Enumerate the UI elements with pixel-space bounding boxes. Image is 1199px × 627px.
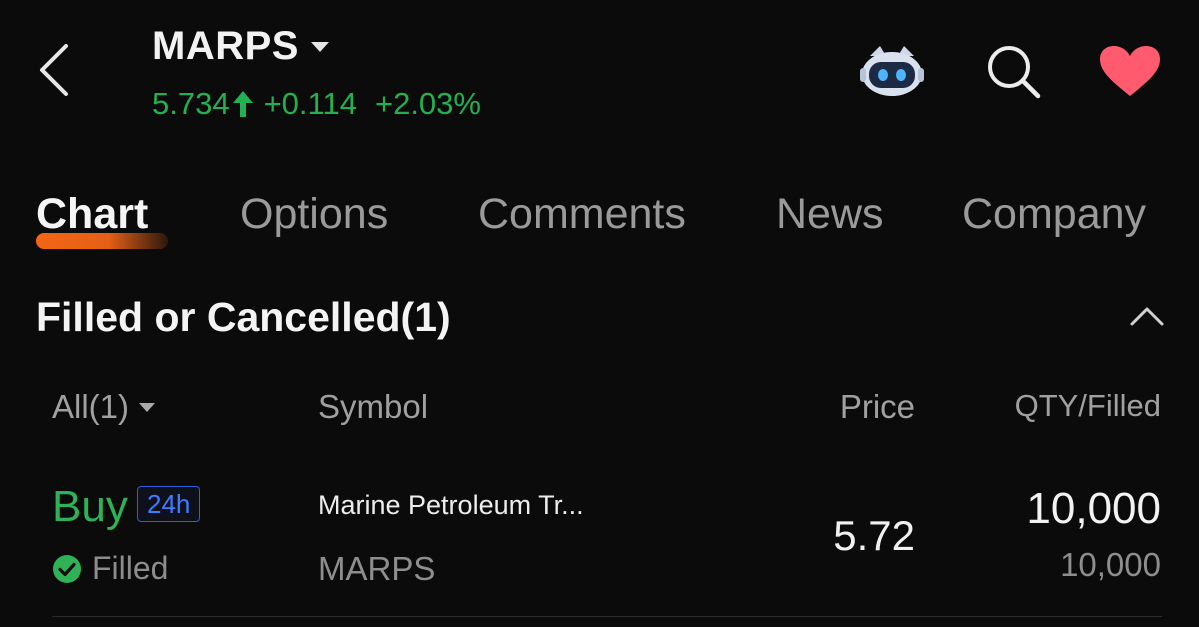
order-filter-dropdown[interactable]: All(1): [52, 388, 156, 426]
heart-icon: [1100, 46, 1160, 96]
quote-line: 5.734 +0.114 +2.03%: [152, 86, 481, 122]
caret-down-icon: [310, 41, 329, 52]
caret-down-icon: [139, 402, 156, 412]
order-status-label: Filled: [92, 550, 169, 586]
ticker-selector[interactable]: MARPS: [152, 24, 329, 69]
section-title: Filled or Cancelled(1): [36, 294, 451, 340]
back-button[interactable]: [34, 42, 74, 98]
collapse-button[interactable]: [1126, 300, 1168, 330]
order-status: Filled: [52, 550, 168, 587]
column-header-symbol: Symbol: [318, 388, 429, 425]
order-filter-label: All(1): [52, 388, 130, 425]
tab-chart[interactable]: Chart: [36, 190, 148, 239]
filled-quantity: 10,000: [1060, 546, 1161, 583]
back-icon: [40, 44, 68, 96]
security-name: Marine Petroleum Tr...: [318, 490, 584, 520]
favorite-button[interactable]: [1098, 44, 1162, 98]
assistant-button[interactable]: [856, 42, 928, 98]
check-circle-icon: [53, 554, 81, 583]
tab-comments[interactable]: Comments: [478, 190, 686, 239]
order-row[interactable]: Buy 24h Filled Marine Petroleum Tr... MA…: [0, 470, 1199, 610]
column-header-qty: QTY/Filled: [1014, 388, 1161, 423]
search-icon: [988, 46, 1041, 99]
tab-options[interactable]: Options: [240, 190, 388, 239]
chevron-up-icon: [1130, 307, 1164, 326]
search-button[interactable]: [984, 42, 1042, 100]
arrow-up-icon: [232, 91, 253, 117]
robot-assistant-icon: [860, 46, 924, 96]
price-change: +0.114: [263, 86, 357, 121]
order-price: 5.72: [833, 512, 915, 559]
order-quantity: 10,000: [1026, 484, 1161, 533]
ticker-symbol: MARPS: [152, 24, 299, 68]
order-side: Buy: [52, 482, 128, 531]
column-header-price: Price: [839, 388, 915, 425]
last-price: 5.734: [152, 86, 230, 121]
tab-news[interactable]: News: [776, 190, 884, 239]
session-badge: 24h: [137, 486, 201, 522]
price-change-percent: +2.03%: [374, 86, 481, 121]
tab-company[interactable]: Company: [962, 190, 1146, 239]
security-symbol: MARPS: [318, 550, 436, 587]
row-divider: [52, 616, 1162, 617]
tab-bar: Chart Options Comments News Company: [0, 190, 1199, 260]
